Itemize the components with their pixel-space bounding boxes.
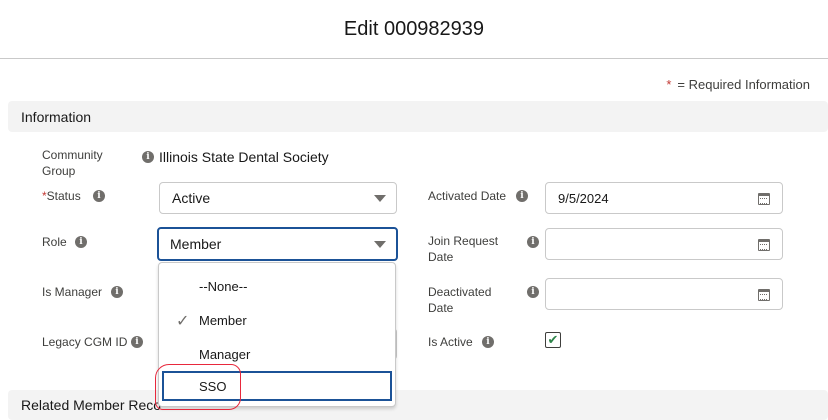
required-star: * (666, 77, 672, 92)
calendar-icon[interactable] (758, 289, 770, 301)
required-information-note: * = Required Information (666, 77, 810, 92)
is-active-checkbox[interactable]: ✔ (545, 332, 561, 348)
is-active-label: Is Active (428, 335, 473, 349)
info-icon[interactable]: i (131, 336, 143, 348)
status-label-text: Status (46, 189, 81, 203)
info-icon[interactable]: i (516, 190, 528, 202)
required-information-text: = Required Information (677, 77, 810, 92)
role-option-manager-label: Manager (199, 346, 251, 362)
modal-header: Edit 000982939 (0, 0, 828, 59)
section-header-related[interactable]: Related Member Reco (8, 390, 828, 420)
join-request-date-label-line2: Date (428, 250, 454, 264)
status-label: *Status (42, 188, 81, 204)
info-icon[interactable]: i (527, 236, 539, 248)
info-icon[interactable]: i (482, 336, 494, 348)
status-select-value: Active (172, 190, 211, 206)
community-group-label: Community Group (42, 147, 103, 179)
role-option-manager[interactable]: Manager (160, 339, 394, 369)
checkmark-icon: ✓ (176, 313, 190, 330)
role-option-none[interactable]: --None-- (160, 271, 394, 301)
role-dropdown-listbox: --None-- ✓ Member Manager SSO (158, 262, 396, 407)
chevron-down-icon (374, 195, 386, 202)
info-icon[interactable]: i (111, 286, 123, 298)
deactivated-date-label: Deactivated Date (428, 284, 491, 316)
role-option-member-label: Member (199, 312, 247, 328)
role-select[interactable]: Member (157, 227, 398, 261)
activated-date-input[interactable]: 9/5/2024 (545, 182, 783, 214)
chevron-down-icon (374, 241, 386, 248)
role-label: Role (42, 235, 67, 249)
section-title-information: Information (21, 108, 92, 125)
activated-date-label: Activated Date (428, 189, 507, 203)
info-icon[interactable]: i (142, 151, 154, 163)
community-group-value: Illinois State Dental Society (159, 149, 329, 165)
role-select-value: Member (170, 236, 222, 252)
info-icon[interactable]: i (93, 190, 105, 202)
info-icon[interactable]: i (75, 236, 87, 248)
join-request-date-input[interactable] (545, 228, 783, 260)
calendar-icon[interactable] (758, 239, 770, 251)
deactivated-date-label-line2: Date (428, 301, 454, 315)
is-manager-label: Is Manager (42, 285, 103, 299)
role-option-sso-label: SSO (199, 378, 227, 394)
community-group-label-line1: Community (42, 148, 103, 162)
community-group-label-line2: Group (42, 164, 76, 178)
status-select[interactable]: Active (159, 182, 397, 214)
deactivated-date-input[interactable] (545, 278, 783, 310)
section-title-related: Related Member Reco (21, 397, 162, 413)
join-request-date-label: Join Request Date (428, 233, 498, 265)
info-icon[interactable]: i (527, 286, 539, 298)
deactivated-date-label-line1: Deactivated (428, 285, 492, 299)
role-option-member[interactable]: ✓ Member (160, 305, 394, 335)
activated-date-value: 9/5/2024 (558, 190, 609, 206)
role-option-none-label: --None-- (199, 278, 248, 294)
join-request-date-label-line1: Join Request (428, 234, 499, 248)
legacy-cgm-id-label: Legacy CGM ID (42, 335, 128, 349)
page-title: Edit 000982939 (343, 17, 485, 40)
role-option-sso[interactable]: SSO (162, 371, 392, 401)
section-header-information[interactable]: Information (8, 101, 828, 132)
calendar-icon[interactable] (758, 193, 770, 205)
